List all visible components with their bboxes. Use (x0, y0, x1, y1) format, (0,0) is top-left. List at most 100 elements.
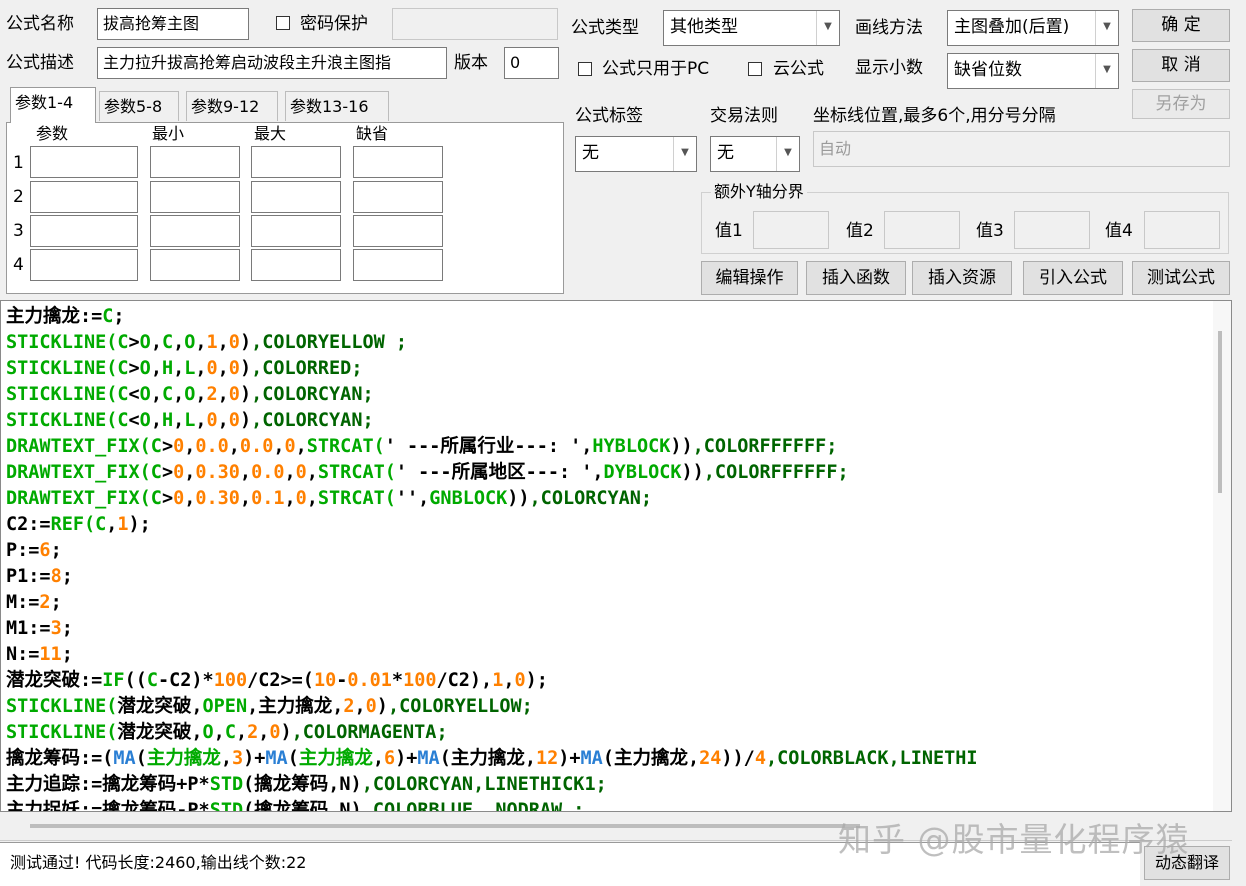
decimal-select[interactable]: 缺省位数 ▼ (947, 53, 1119, 89)
chevron-down-icon[interactable]: ▼ (816, 11, 839, 45)
edit-operations-button[interactable]: 编辑操作 (701, 261, 798, 295)
param-max-input[interactable] (251, 215, 341, 247)
code-token: 8 (50, 566, 62, 587)
code-token: N:= (6, 644, 40, 665)
code-token: 4 (754, 748, 766, 769)
code-token: 擒龙筹码:=( (6, 748, 114, 769)
code-token: STICKLINE( (6, 384, 118, 405)
code-token: , (295, 436, 307, 457)
formula-tag-select[interactable]: 无 ▼ (575, 136, 697, 172)
code-token: ) (239, 358, 252, 379)
param-max-input[interactable] (251, 146, 341, 178)
code-token: 0 (173, 462, 185, 483)
code-token: ,COLORRED; (251, 358, 363, 379)
chevron-down-icon[interactable]: ▼ (1095, 11, 1118, 45)
param-default-input[interactable] (353, 249, 443, 281)
code-token: , (228, 436, 240, 457)
code-token: /C2), (436, 670, 493, 691)
tab-params-5-8[interactable]: 参数5-8 (99, 91, 179, 121)
code-token: > (161, 488, 174, 509)
vertical-scrollbar[interactable] (1213, 301, 1231, 811)
param-max-input[interactable] (251, 249, 341, 281)
password-label: 密码保护 (300, 14, 368, 34)
chevron-down-icon[interactable]: ▼ (673, 137, 696, 171)
password-checkbox[interactable] (276, 16, 290, 30)
formula-desc-input[interactable]: 主力拉升拔高抢筹启动波段主升浪主图指 (97, 47, 447, 79)
code-token: REF( (50, 514, 96, 535)
code-token: (( (124, 670, 147, 691)
save-as-button[interactable]: 另存为 (1132, 89, 1230, 119)
coord-line-input: 自动 (813, 131, 1230, 167)
pc-only-checkbox[interactable] (578, 62, 592, 76)
code-token: 24 (699, 748, 722, 769)
code-line: 主力擒龙:=C; (6, 304, 125, 330)
cancel-button[interactable]: 取 消 (1132, 49, 1230, 82)
code-line: DRAWTEXT_FIX(C>0,0.30,0.1,0,STRCAT('',GN… (6, 486, 652, 512)
param-min-input[interactable] (150, 215, 240, 247)
code-token: , (235, 722, 248, 743)
param-default-input[interactable] (353, 215, 443, 247)
param-max-input[interactable] (251, 181, 341, 213)
value4-input (1144, 211, 1220, 249)
code-token: 11 (39, 644, 62, 665)
param-default-input[interactable] (353, 181, 443, 213)
code-token: MA (580, 748, 603, 769)
formula-type-select[interactable]: 其他类型 ▼ (663, 10, 840, 46)
code-token: ) (239, 384, 252, 405)
code-token: 0 (173, 436, 185, 457)
param-min-input[interactable] (150, 146, 240, 178)
tab-params-13-16[interactable]: 参数13-16 (285, 91, 389, 121)
code-line: STICKLINE(C<O,H,L,0,0),COLORCYAN; (6, 408, 374, 434)
code-token: 0.30 (195, 462, 240, 483)
code-line: P:=6; (6, 538, 62, 564)
draw-method-select[interactable]: 主图叠加(后置) ▼ (947, 10, 1119, 46)
code-token: 0 (206, 358, 218, 379)
value1-label: 值1 (715, 221, 743, 241)
horizontal-scrollbar-thumb[interactable] (30, 824, 860, 828)
code-token: 0.1 (251, 488, 285, 509)
param-min-input[interactable] (150, 181, 240, 213)
tab-params-9-12[interactable]: 参数9-12 (186, 91, 278, 121)
code-token: C (117, 332, 129, 353)
code-token: L (184, 358, 196, 379)
code-editor[interactable]: 主力擒龙:=C; STICKLINE(C>O,C,O,1,0),COLORYELL… (0, 300, 1232, 812)
code-token: 0 (514, 670, 526, 691)
code-token: , (150, 410, 162, 431)
code-token: 0 (365, 696, 377, 717)
code-token: , (372, 748, 384, 769)
code-line: 主力追踪:=擒龙筹码+P*STD(擒龙筹码,N),COLORCYAN,LINET… (6, 772, 607, 798)
test-formula-button[interactable]: 测试公式 (1132, 261, 1230, 295)
insert-function-button[interactable]: 插入函数 (806, 261, 906, 295)
ok-button[interactable]: 确 定 (1132, 9, 1230, 42)
code-token: O (184, 384, 196, 405)
insert-resource-button[interactable]: 插入资源 (912, 261, 1012, 295)
version-input[interactable]: 0 (504, 47, 559, 79)
code-token: ))/ (721, 748, 755, 769)
code-token: )) (670, 436, 693, 457)
chevron-down-icon[interactable]: ▼ (776, 137, 799, 171)
code-token: ,COLORMAGENTA; (291, 722, 448, 743)
cloud-formula-checkbox[interactable] (748, 62, 762, 76)
code-token: ,COLORYELLOW; (387, 696, 533, 717)
param-name-input[interactable] (30, 146, 138, 178)
formula-name-input[interactable]: 拔高抢筹主图 (97, 8, 249, 40)
chevron-down-icon[interactable]: ▼ (1095, 54, 1118, 88)
code-token: 3 (50, 618, 62, 639)
trade-rule-select[interactable]: 无 ▼ (710, 136, 800, 172)
param-min-input[interactable] (150, 249, 240, 281)
code-token: 10 (313, 670, 337, 691)
param-default-input[interactable] (353, 146, 443, 178)
code-token: C (224, 722, 236, 743)
code-token: ; (113, 306, 125, 327)
param-name-input[interactable] (30, 181, 138, 213)
password-input (392, 8, 558, 40)
vertical-scrollbar-thumb[interactable] (1218, 331, 1222, 493)
tab-params-1-4[interactable]: 参数1-4 (10, 87, 96, 123)
formula-desc-label: 公式描述 (6, 53, 74, 73)
param-name-input[interactable] (30, 215, 138, 247)
import-formula-button[interactable]: 引入公式 (1023, 261, 1123, 295)
param-name-input[interactable] (30, 249, 138, 281)
code-token: )) (681, 462, 704, 483)
code-token: , (195, 332, 207, 353)
code-token: ; (61, 566, 73, 587)
